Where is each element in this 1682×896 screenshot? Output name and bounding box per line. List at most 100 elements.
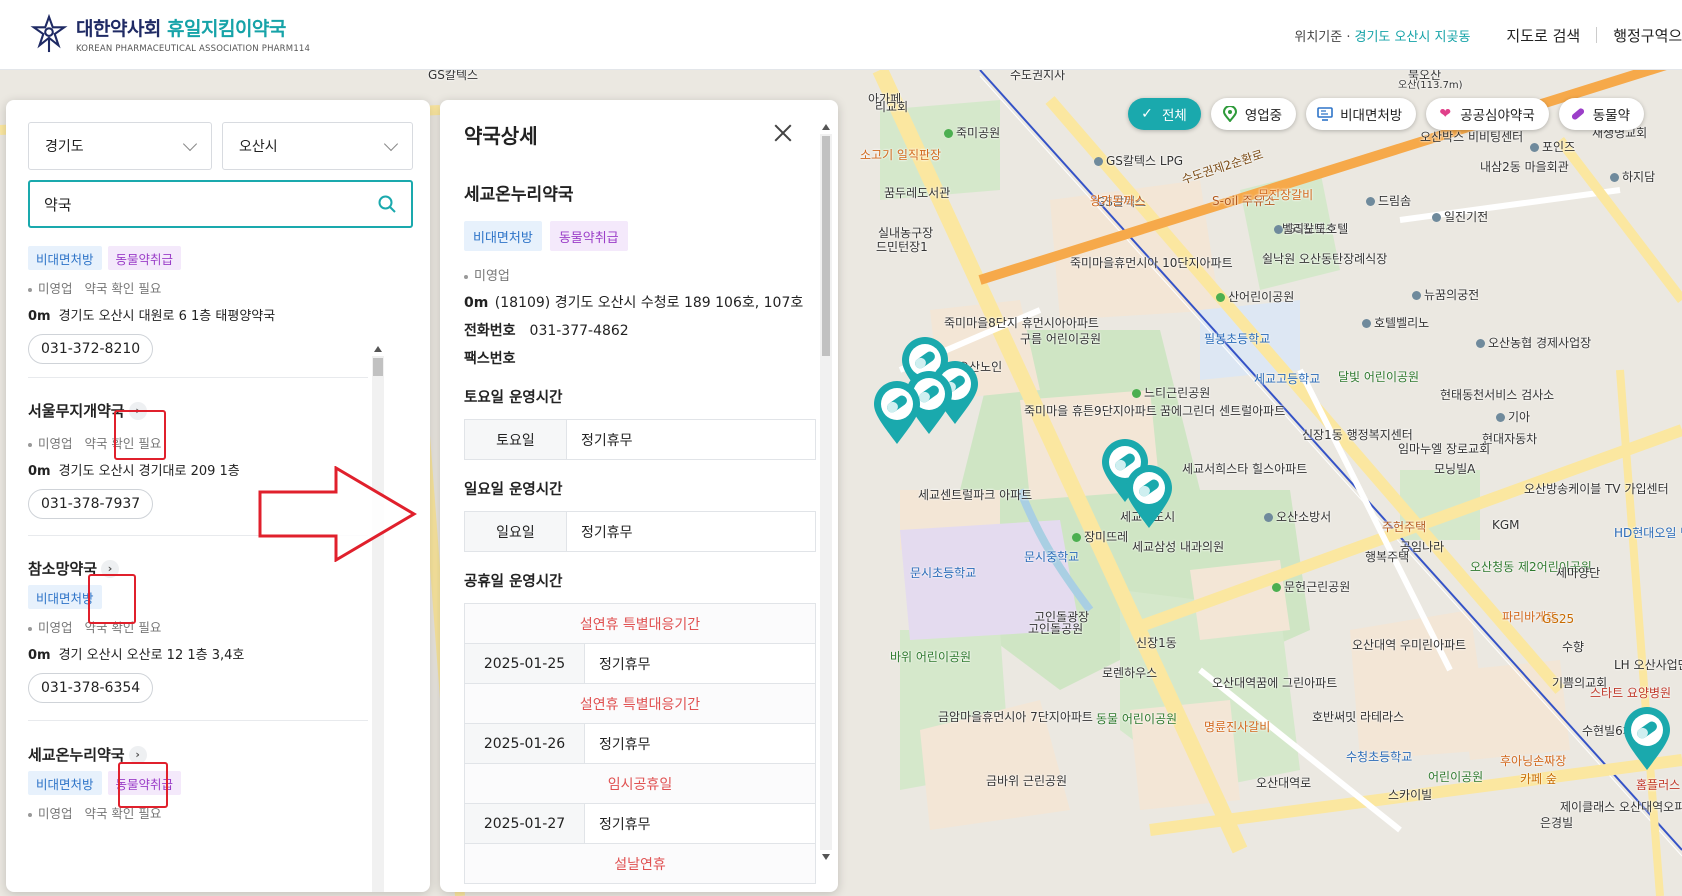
scroll-down-arrow-icon[interactable] [822, 854, 830, 860]
map-label: GS칼텍스 LPG [1094, 154, 1183, 168]
map-label: 제이클래스 오산대역오피스텔 [1560, 800, 1682, 814]
map-label: 고인돌공원 [1028, 622, 1084, 636]
filter-chip-night-pharmacy[interactable]: ❤ 공공심야약국 [1426, 98, 1549, 130]
chevron-down-icon [182, 136, 198, 151]
map-label: 스타트 요양병원 [1590, 686, 1672, 700]
map-label: 수향 [1562, 640, 1585, 654]
monitor-icon [1316, 105, 1334, 123]
search-input[interactable] [44, 195, 377, 213]
phone-button[interactable]: 031-378-7937 [28, 489, 154, 519]
tag-animal-medicine: 동물약취급 [107, 246, 182, 270]
map-label: 세교고등학교 [1254, 372, 1321, 386]
province-select[interactable]: 경기도 [28, 122, 212, 170]
scroll-up-arrow-icon[interactable] [822, 124, 830, 130]
map-label: 왕가돈까스 [1090, 194, 1146, 208]
logo-emblem-icon [30, 14, 68, 53]
table-row: 2025-01-25 정기휴무 [464, 644, 816, 684]
map-label: 수청초등학교 [1346, 750, 1413, 764]
map-label: 쉴낙원 오산동탄장례식장 [1262, 252, 1388, 266]
map-label: 오산농협 경제사업장 [1476, 336, 1591, 350]
filter-chip-all[interactable]: ✓ 전체 [1128, 98, 1201, 130]
map-label: 오산대역 우미린아파트 [1352, 638, 1467, 652]
saturday-hours-table: 토요일 정기휴무 [464, 419, 816, 460]
map-label: 오산박스 비비팅센터 [1420, 130, 1524, 144]
status-text: 미영업 약국 확인 필요 [28, 433, 368, 452]
location-label: 위치기준 · [1294, 29, 1351, 45]
pharmacy-map-pin[interactable] [1622, 706, 1672, 772]
pharmacy-name[interactable]: 세교온누리약국 [28, 744, 125, 765]
chevron-right-icon[interactable]: › [128, 745, 147, 764]
pharmacy-map-pin[interactable] [1124, 464, 1174, 530]
logo[interactable]: 대한약사회 휴일지킴이약국 KOREAN PHARMACEUTICAL ASSO… [30, 14, 310, 54]
detail-phone-number[interactable]: 031-377-4862 [530, 323, 629, 339]
map-label: 죽미마을휴먼시아 10단지아파트 [1070, 256, 1233, 270]
map-label: 동물 어린이공원 [1096, 712, 1178, 726]
map-label: 벨리노도호텔 [1282, 222, 1349, 236]
map-label: 죽미마을 휴튼9단지아파트 [1024, 404, 1157, 418]
map-label: 신장1동 행정복지센터 [1302, 428, 1413, 442]
map-label: 현대자동차 [1482, 432, 1538, 446]
scroll-thumb[interactable] [373, 358, 383, 376]
detail-scrollbar[interactable] [820, 122, 832, 862]
address-text: 0m 경기도 오산시 대원로 6 1층 태평양약국 [28, 309, 276, 324]
city-select[interactable]: 오산시 [222, 122, 413, 170]
logo-title: 대한약사회 휴일지킴이약국 [76, 18, 286, 40]
map-label: 소고기 일직판장 [860, 148, 942, 162]
divider [28, 720, 368, 721]
filter-chip-animal-medicine[interactable]: 동물약 [1558, 98, 1645, 130]
nav-map-search[interactable]: 지도로 검색 [1506, 25, 1580, 46]
map-label: 일진기전 [1432, 210, 1488, 224]
map-label: KGM [1492, 518, 1520, 532]
sunday-hours-title: 일요일 운영시간 [464, 482, 563, 498]
map-label: 북오산 [1408, 70, 1442, 82]
map-label: 신장1동 [1136, 636, 1177, 650]
pharmacy-map-pin[interactable] [872, 380, 922, 446]
map-label: 세교센트럴파크 아파트 [918, 488, 1033, 502]
status-text: 미영업 약국 확인 필요 [28, 617, 368, 636]
map-label: 장미뜨레 [1072, 530, 1128, 544]
map-label: 꿈두레도서관 [884, 186, 951, 200]
map-label: 기아 [1496, 410, 1530, 424]
scroll-up-arrow-icon[interactable] [374, 346, 382, 352]
tag-telemedicine: 비대면처방 [28, 771, 102, 795]
map-label: 스카이빌 [1388, 788, 1433, 802]
map-label: 구름 어린이공원 [1020, 332, 1102, 346]
map-label: 로렌하우스 [1102, 666, 1158, 680]
location-value[interactable]: 경기도 오산시 지곶동 [1355, 26, 1471, 45]
list-item[interactable]: 세교온누리약국 › 비대면처방 동물약취급 미영업 약국 확인 필요 [28, 744, 368, 822]
highlight-box [114, 410, 166, 460]
pharmacy-name[interactable]: 서울무지개약국 [28, 400, 125, 421]
map-label: 은경빌 [1540, 816, 1574, 830]
map-label: 호반써밋 라테라스 [1312, 710, 1405, 724]
map-label: 어린이공원 [1428, 770, 1484, 784]
phone-button[interactable]: 031-372-8210 [28, 334, 154, 364]
scroll-thumb[interactable] [822, 136, 830, 356]
map-label: 명륜진사갈비 [1204, 720, 1271, 734]
search-icon[interactable] [377, 194, 397, 214]
map-label: 오산대역꿈에 그린아파트 [1212, 676, 1338, 690]
map-label: GS25 [1542, 612, 1575, 626]
nav-admin-search[interactable]: 행정구역으로 [1613, 25, 1682, 46]
close-icon[interactable] [772, 122, 794, 144]
map-label: 달빛 어린이공원 [1338, 370, 1420, 384]
map-label: 바위 어린이공원 [890, 650, 972, 664]
map-label: 죽미마을8단지 휴먼시아아파트 [944, 316, 1099, 330]
list-scrollbar[interactable] [372, 344, 384, 892]
holiday-hours-title: 공휴일 운영시간 [464, 574, 563, 590]
pharmacy-detail-panel: 약국상세 세교온누리약국 비대면처방 동물약취급 미영업 0m (18109) … [440, 100, 838, 892]
detail-phone: 전화번호 031-377-4862 [464, 323, 629, 339]
detail-status: 미영업 [464, 265, 816, 284]
filter-chip-telemedicine[interactable]: 비대면처방 [1306, 98, 1417, 130]
list-item[interactable]: 비대면처방 동물약취급 미영업 약국 확인 필요 0m 경기도 오산시 대원로 6… [28, 242, 368, 364]
map-label: 카페 숲 [1520, 772, 1557, 786]
map-label: 오산방송케이블 TV 가입센터 [1524, 482, 1669, 496]
map-label: 임마누엘 장로교회 [1398, 442, 1491, 456]
phone-button[interactable]: 031-378-6354 [28, 673, 154, 703]
list-item[interactable]: 참소망약국 › 비대면처방 미영업 약국 확인 필요 0m 경기 오산시 오산로 1… [28, 558, 368, 703]
pharmacy-name[interactable]: 참소망약국 [28, 558, 97, 579]
filter-chip-open[interactable]: 영업중 [1210, 98, 1297, 130]
app-header: 대한약사회 휴일지킴이약국 KOREAN PHARMACEUTICAL ASSO… [0, 0, 1682, 70]
map-label: HD현대오일 뱅크주유소 [1614, 526, 1682, 540]
holiday-name: 설날연휴 [464, 844, 816, 884]
map-label: 산어린이공원 [1216, 290, 1294, 304]
